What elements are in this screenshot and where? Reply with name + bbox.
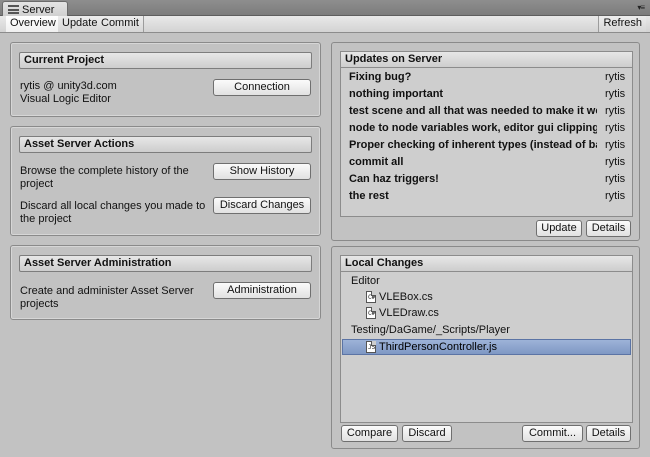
connection-button[interactable]: Connection (213, 79, 311, 96)
update-row[interactable]: node to node variables work, editor gui … (341, 120, 632, 137)
update-author: rytis (605, 190, 626, 202)
file-item-selected[interactable]: JS ThirdPersonController.js (342, 339, 631, 355)
window-titlebar: Server ▾≡ (0, 0, 650, 17)
javascript-file-icon: JS (366, 341, 376, 353)
update-row[interactable]: the rest rytis (341, 188, 632, 205)
update-message: nothing important (349, 88, 444, 100)
refresh-button[interactable]: Refresh (598, 16, 646, 32)
file-label: VLEBox.cs (379, 291, 433, 303)
window-tab-server[interactable]: Server (2, 1, 68, 17)
update-author: rytis (605, 173, 626, 185)
discard-button[interactable]: Discard (402, 425, 452, 442)
update-row[interactable]: commit all rytis (341, 154, 632, 171)
current-project-box: Current Project rytis @ unity3d.com Visu… (10, 42, 321, 117)
update-author: rytis (605, 122, 626, 134)
toolbar: Overview Update Commit Refresh (0, 16, 650, 33)
local-changes-header: Local Changes (341, 256, 632, 272)
file-label: ThirdPersonController.js (379, 341, 497, 353)
asset-server-actions-box: Asset Server Actions Browse the complete… (10, 126, 321, 236)
commit-button[interactable]: Commit... (522, 425, 583, 442)
folder-item[interactable]: Editor (341, 273, 632, 289)
update-details-button[interactable]: Details (586, 220, 631, 237)
update-message: Can haz triggers! (349, 173, 439, 185)
folder-label: Editor (351, 275, 380, 287)
show-history-button[interactable]: Show History (213, 163, 311, 180)
update-message: the rest (349, 190, 389, 202)
update-author: rytis (605, 105, 626, 117)
project-name: Visual Logic Editor (20, 93, 111, 105)
update-author: rytis (605, 139, 626, 151)
update-row[interactable]: Fixing bug? rytis (341, 69, 632, 86)
tab-overview[interactable]: Overview (6, 16, 61, 32)
updates-header: Updates on Server (341, 52, 632, 68)
file-label: VLEDraw.cs (379, 307, 439, 319)
updates-list[interactable]: Updates on Server Fixing bug? rytis noth… (340, 51, 633, 217)
project-user: rytis @ unity3d.com (20, 80, 117, 92)
server-window: Server ▾≡ Overview Update Commit Refresh… (0, 0, 650, 457)
discard-changes-description: Discard all local changes you made to th… (20, 200, 206, 225)
file-item[interactable]: C# VLEDraw.cs (341, 305, 632, 321)
update-message: Proper checking of inherent types (inste… (349, 139, 597, 151)
local-changes-panel: Local Changes Editor C# VLEBox.cs C# VLE… (331, 246, 640, 449)
csharp-file-icon: C# (366, 307, 376, 319)
updates-panel: Updates on Server Fixing bug? rytis noth… (331, 42, 640, 241)
server-icon (8, 5, 19, 14)
update-row[interactable]: Proper checking of inherent types (inste… (341, 137, 632, 154)
update-author: rytis (605, 156, 626, 168)
show-history-description: Browse the complete history of the proje… (20, 165, 189, 190)
file-item[interactable]: C# VLEBox.cs (341, 289, 632, 305)
asset-server-administration-box: Asset Server Administration Create and a… (10, 245, 321, 320)
asset-server-actions-header: Asset Server Actions (19, 136, 312, 153)
folder-label: Testing/DaGame/_Scripts/Player (351, 324, 510, 336)
window-tab-label: Server (22, 3, 55, 16)
local-changes-list[interactable]: Local Changes Editor C# VLEBox.cs C# VLE… (340, 255, 633, 423)
discard-changes-button[interactable]: Discard Changes (213, 197, 311, 214)
current-project-header: Current Project (19, 52, 312, 69)
update-message: Fixing bug? (349, 71, 412, 83)
compare-button[interactable]: Compare (341, 425, 398, 442)
administration-description: Create and administer Asset Server proje… (20, 285, 194, 310)
asset-server-administration-header: Asset Server Administration (19, 255, 312, 272)
administration-button[interactable]: Administration (213, 282, 311, 299)
update-row[interactable]: test scene and all that was needed to ma… (341, 103, 632, 120)
window-menu-icon[interactable]: ▾≡ (637, 3, 645, 12)
update-button[interactable]: Update (536, 220, 582, 237)
folder-item[interactable]: Testing/DaGame/_Scripts/Player (341, 322, 632, 338)
update-message: commit all (349, 156, 404, 168)
update-message: test scene and all that was needed to ma… (349, 105, 597, 117)
tab-commit[interactable]: Commit (97, 16, 144, 32)
local-details-button[interactable]: Details (586, 425, 631, 442)
csharp-file-icon: C# (366, 291, 376, 303)
update-author: rytis (605, 88, 626, 100)
update-row[interactable]: nothing important rytis (341, 86, 632, 103)
update-author: rytis (605, 71, 626, 83)
update-row[interactable]: Can haz triggers! rytis (341, 171, 632, 188)
tab-update[interactable]: Update (58, 16, 103, 32)
update-message: node to node variables work, editor gui … (349, 122, 597, 134)
